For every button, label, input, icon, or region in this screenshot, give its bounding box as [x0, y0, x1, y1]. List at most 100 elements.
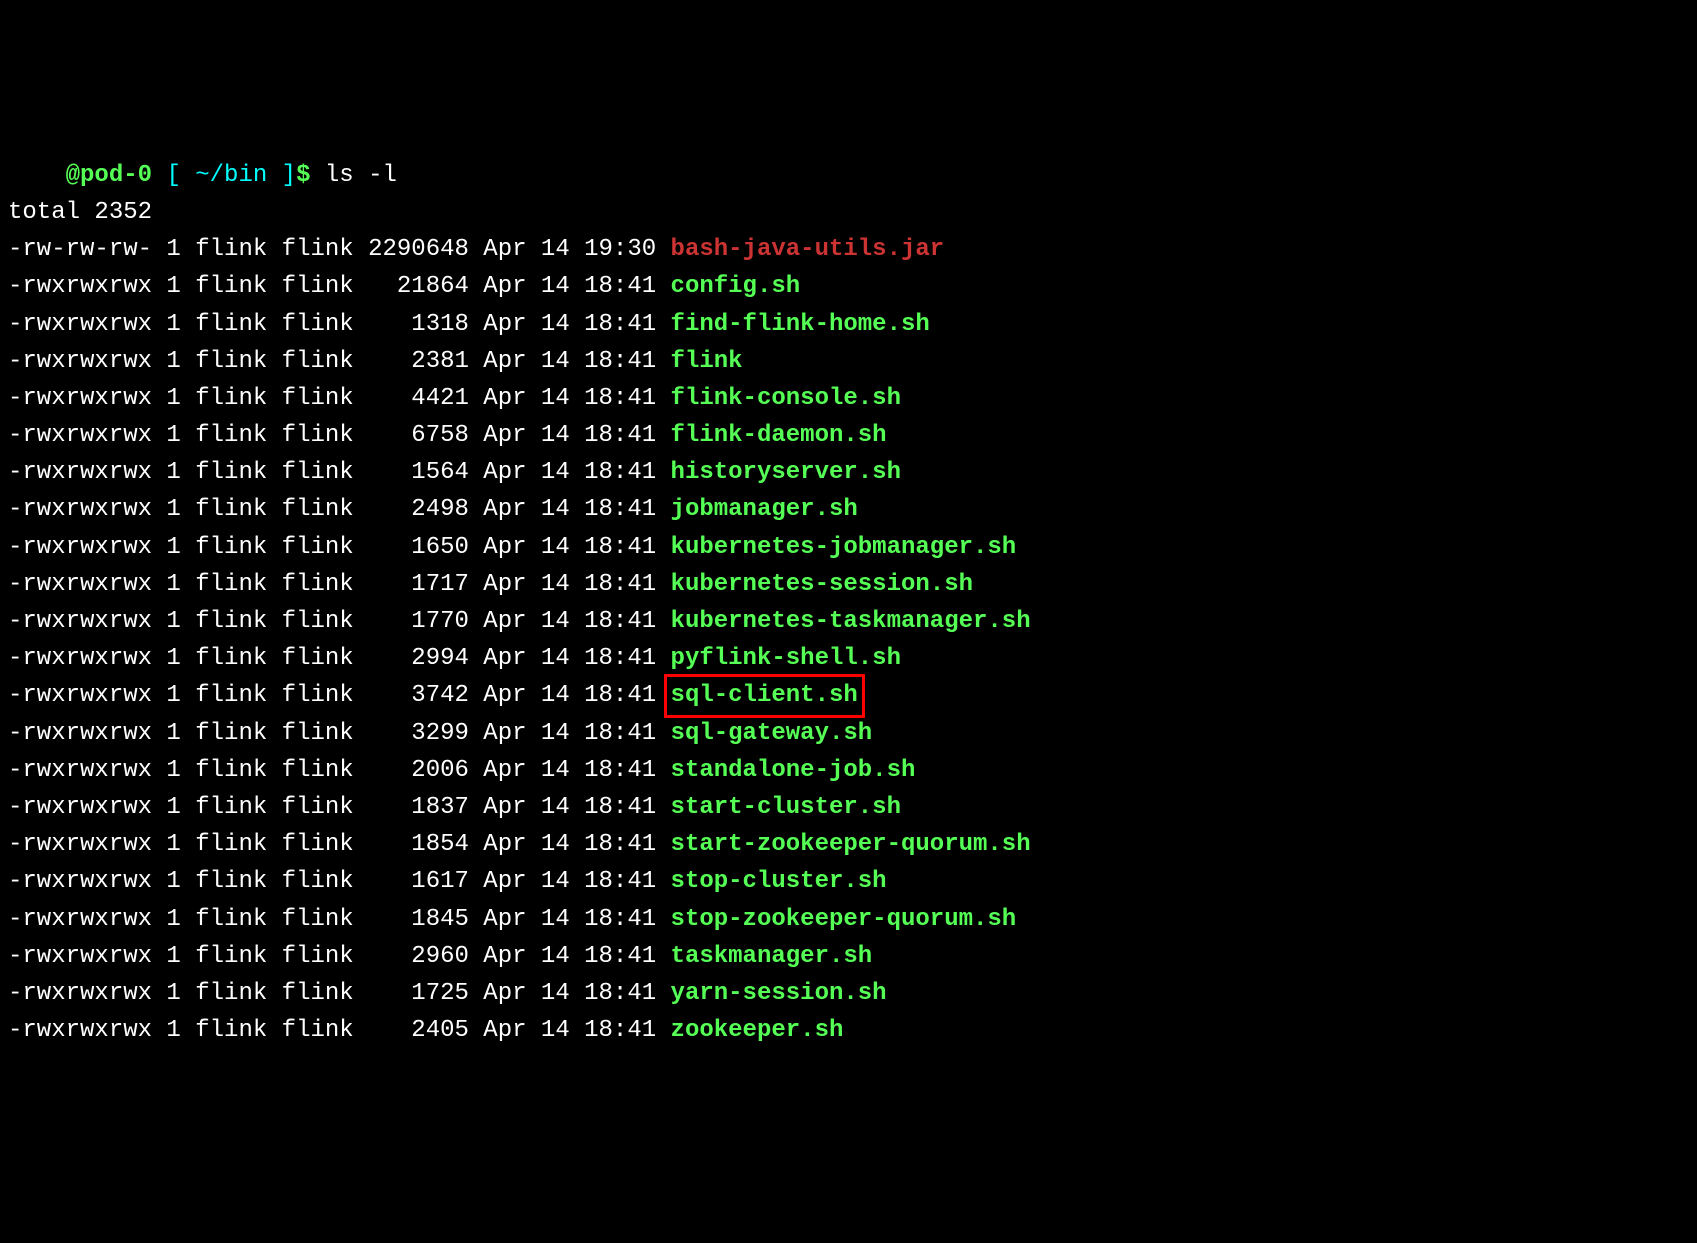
file-name: start-zookeeper-quorum.sh [671, 831, 1031, 858]
file-links: 1 [152, 385, 181, 412]
file-name: find-flink-home.sh [671, 311, 930, 338]
file-group: flink [267, 980, 353, 1007]
file-size: 1717 [354, 571, 469, 598]
file-date: Apr 14 18:41 [469, 534, 671, 561]
file-row: -rwxrwxrwx 1 flink flink 3299 Apr 14 18:… [8, 715, 1689, 752]
file-owner: flink [181, 236, 267, 263]
file-date: Apr 14 19:30 [469, 236, 671, 263]
file-owner: flink [181, 273, 267, 300]
file-name: taskmanager.sh [671, 943, 873, 970]
file-group: flink [267, 496, 353, 523]
file-name: stop-zookeeper-quorum.sh [671, 906, 1017, 933]
terminal-output[interactable]: @pod-0 [ ~/bin ]$ ls -ltotal 2352-rw-rw-… [8, 157, 1689, 1050]
file-row: -rwxrwxrwx 1 flink flink 2381 Apr 14 18:… [8, 343, 1689, 380]
file-group: flink [267, 720, 353, 747]
file-date: Apr 14 18:41 [469, 311, 671, 338]
file-permissions: -rwxrwxrwx [8, 831, 152, 858]
file-permissions: -rw-rw-rw- [8, 236, 152, 263]
file-owner: flink [181, 980, 267, 1007]
file-links: 1 [152, 459, 181, 486]
file-name: historyserver.sh [671, 459, 901, 486]
file-links: 1 [152, 831, 181, 858]
file-row: -rwxrwxrwx 1 flink flink 2994 Apr 14 18:… [8, 640, 1689, 677]
file-date: Apr 14 18:41 [469, 868, 671, 895]
file-links: 1 [152, 273, 181, 300]
file-date: Apr 14 18:41 [469, 496, 671, 523]
file-name: zookeeper.sh [671, 1017, 844, 1044]
file-row: -rwxrwxrwx 1 flink flink 2960 Apr 14 18:… [8, 938, 1689, 975]
file-links: 1 [152, 645, 181, 672]
file-group: flink [267, 943, 353, 970]
file-name: flink-console.sh [671, 385, 901, 412]
file-permissions: -rwxrwxrwx [8, 794, 152, 821]
file-links: 1 [152, 757, 181, 784]
file-row: -rwxrwxrwx 1 flink flink 21864 Apr 14 18… [8, 268, 1689, 305]
file-group: flink [267, 236, 353, 263]
file-size: 1770 [354, 608, 469, 635]
file-row: -rwxrwxrwx 1 flink flink 1717 Apr 14 18:… [8, 566, 1689, 603]
file-links: 1 [152, 980, 181, 1007]
prompt-host: @pod-0 [66, 162, 152, 189]
file-owner: flink [181, 1017, 267, 1044]
file-links: 1 [152, 311, 181, 338]
file-row: -rwxrwxrwx 1 flink flink 1725 Apr 14 18:… [8, 975, 1689, 1012]
file-name: flink-daemon.sh [671, 422, 887, 449]
file-group: flink [267, 1017, 353, 1044]
file-size: 2960 [354, 943, 469, 970]
file-row: -rwxrwxrwx 1 flink flink 2498 Apr 14 18:… [8, 491, 1689, 528]
prompt-bracket-open: [ [166, 162, 180, 189]
file-links: 1 [152, 906, 181, 933]
file-owner: flink [181, 794, 267, 821]
file-owner: flink [181, 608, 267, 635]
file-date: Apr 14 18:41 [469, 348, 671, 375]
file-group: flink [267, 906, 353, 933]
file-size: 1617 [354, 868, 469, 895]
file-name: kubernetes-taskmanager.sh [671, 608, 1031, 635]
file-name: sql-gateway.sh [671, 720, 873, 747]
file-size: 1318 [354, 311, 469, 338]
file-name: bash-java-utils.jar [671, 236, 945, 263]
file-owner: flink [181, 720, 267, 747]
prompt-path: ~/bin [195, 162, 267, 189]
file-date: Apr 14 18:41 [469, 831, 671, 858]
file-group: flink [267, 571, 353, 598]
file-row: -rwxrwxrwx 1 flink flink 1650 Apr 14 18:… [8, 529, 1689, 566]
file-group: flink [267, 757, 353, 784]
file-links: 1 [152, 794, 181, 821]
file-date: Apr 14 18:41 [469, 645, 671, 672]
file-size: 1837 [354, 794, 469, 821]
file-links: 1 [152, 682, 181, 709]
file-group: flink [267, 645, 353, 672]
file-owner: flink [181, 831, 267, 858]
file-owner: flink [181, 645, 267, 672]
file-date: Apr 14 18:41 [469, 608, 671, 635]
file-group: flink [267, 422, 353, 449]
file-owner: flink [181, 943, 267, 970]
file-permissions: -rwxrwxrwx [8, 645, 152, 672]
file-permissions: -rwxrwxrwx [8, 757, 152, 784]
file-listing: -rw-rw-rw- 1 flink flink 2290648 Apr 14 … [8, 231, 1689, 1049]
file-owner: flink [181, 422, 267, 449]
file-name: pyflink-shell.sh [671, 645, 901, 672]
file-size: 3742 [354, 682, 469, 709]
file-permissions: -rwxrwxrwx [8, 720, 152, 747]
file-name: flink [671, 348, 743, 375]
file-row: -rwxrwxrwx 1 flink flink 2006 Apr 14 18:… [8, 752, 1689, 789]
file-owner: flink [181, 757, 267, 784]
file-owner: flink [181, 906, 267, 933]
highlight-annotation: sql-client.sh [664, 674, 865, 717]
command-text: ls -l [325, 162, 397, 189]
file-size: 4421 [354, 385, 469, 412]
file-date: Apr 14 18:41 [469, 459, 671, 486]
file-date: Apr 14 18:41 [469, 720, 671, 747]
file-group: flink [267, 794, 353, 821]
file-row: -rwxrwxrwx 1 flink flink 1845 Apr 14 18:… [8, 901, 1689, 938]
file-date: Apr 14 18:41 [469, 422, 671, 449]
file-owner: flink [181, 348, 267, 375]
file-name: jobmanager.sh [671, 496, 858, 523]
file-date: Apr 14 18:41 [469, 794, 671, 821]
file-owner: flink [181, 571, 267, 598]
file-permissions: -rwxrwxrwx [8, 496, 152, 523]
file-permissions: -rwxrwxrwx [8, 385, 152, 412]
file-date: Apr 14 18:41 [469, 757, 671, 784]
